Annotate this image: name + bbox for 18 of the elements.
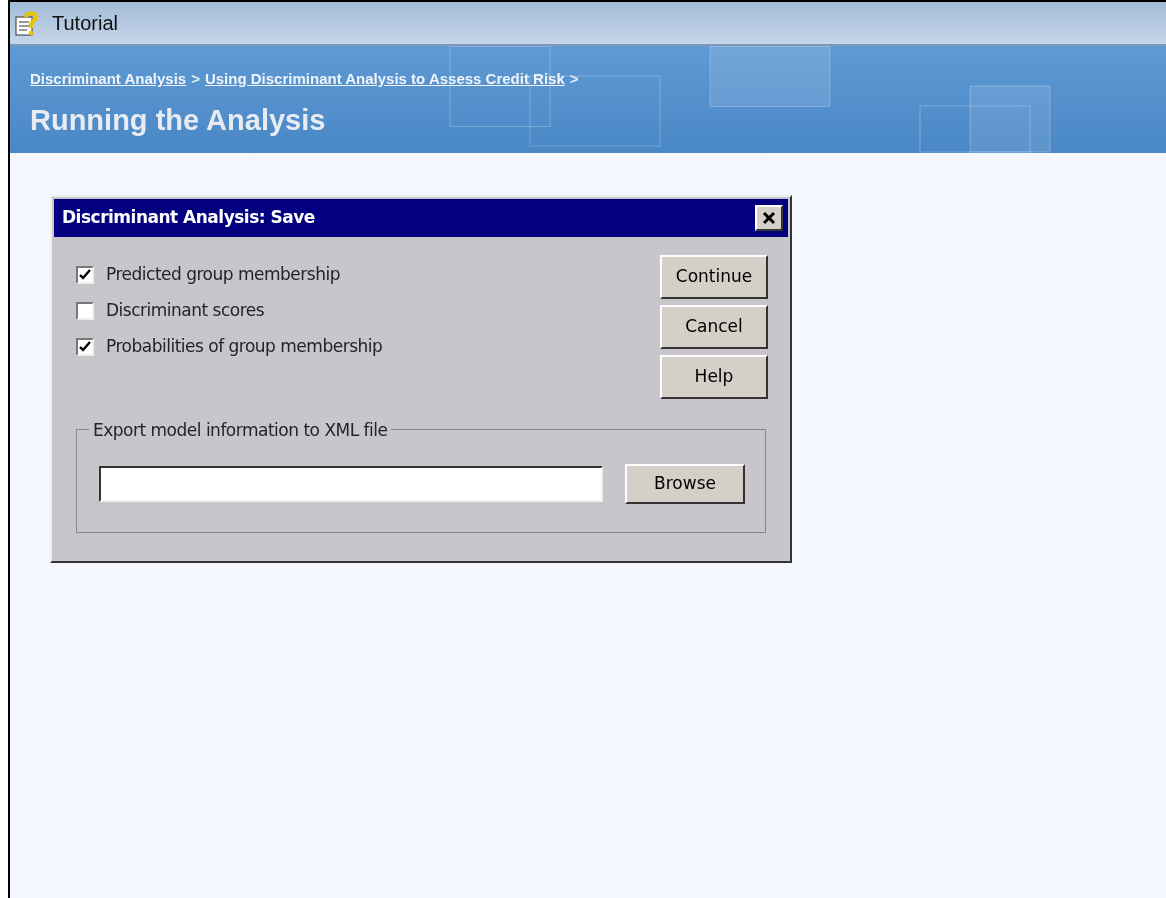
dialog-title: Discriminant Analysis: Save (62, 206, 315, 230)
page-title: Running the Analysis (30, 102, 327, 138)
dialog-button[interactable]: Help (660, 355, 768, 399)
checkbox-label: Discriminant scores (106, 299, 265, 323)
browse-button[interactable]: Browse (625, 464, 745, 504)
close-button[interactable] (755, 205, 783, 231)
checkbox[interactable] (76, 302, 94, 320)
dialog-button[interactable]: Continue (660, 255, 768, 299)
close-icon (762, 211, 776, 225)
checkbox[interactable] (76, 266, 94, 284)
dialog-button[interactable]: Cancel (660, 305, 768, 349)
file-path-field[interactable] (99, 466, 603, 502)
checkbox-label: Probabilities of group membership (106, 335, 383, 359)
checkbox-label: Predicted group membership (106, 263, 340, 287)
checkbox[interactable] (76, 338, 94, 356)
breadcrumb-separator: > (191, 69, 200, 89)
window-title: Tutorial (52, 11, 118, 36)
breadcrumb-separator: > (569, 69, 579, 89)
